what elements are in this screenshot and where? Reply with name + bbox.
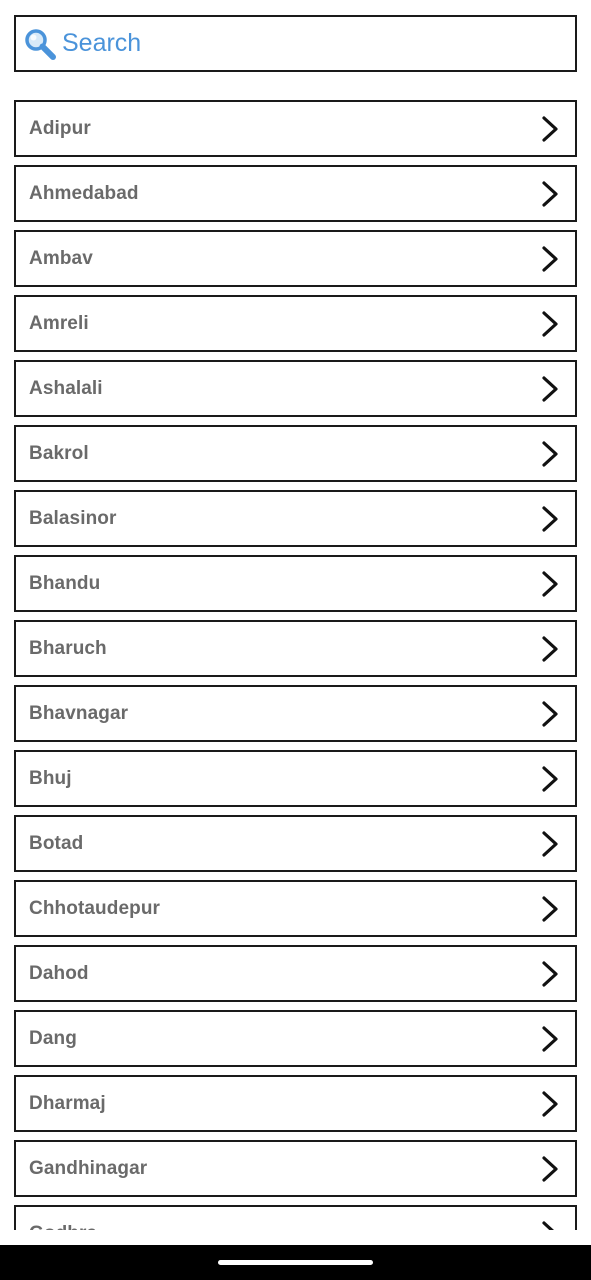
list-item[interactable]: Dharmaj [14,1075,577,1132]
chevron-right-icon [539,180,561,208]
chevron-right-icon [539,375,561,403]
city-name: Bhavnagar [29,702,129,724]
chevron-right-icon [539,830,561,858]
chevron-right-icon [539,635,561,663]
list-item[interactable]: Ashalali [14,360,577,417]
city-name: Dahod [29,962,89,984]
chevron-right-icon [539,570,561,598]
list-item[interactable]: Bakrol [14,425,577,482]
city-list[interactable]: Adipur Ahmedabad Ambav Amreli Ashalali Bakrol… [0,100,591,1230]
chevron-right-icon [539,245,561,273]
city-name: Bharuch [29,637,107,659]
chevron-right-icon [539,440,561,468]
city-name: Amreli [29,312,89,334]
chevron-right-icon [539,700,561,728]
city-name: Botad [29,832,84,854]
chevron-right-icon [539,765,561,793]
city-name: Chhotaudepur [29,897,161,919]
city-name: Balasinor [29,507,117,529]
list-item[interactable]: Balasinor [14,490,577,547]
list-item[interactable]: Ambav [14,230,577,287]
system-navigation-bar [0,1245,591,1280]
list-item[interactable]: Dang [14,1010,577,1067]
chevron-right-icon [539,1220,561,1230]
chevron-right-icon [539,960,561,988]
list-item[interactable]: Ahmedabad [14,165,577,222]
city-name: Bhandu [29,572,101,594]
chevron-right-icon [539,1090,561,1118]
home-gesture-handle[interactable] [218,1260,373,1265]
list-item[interactable]: Bhavnagar [14,685,577,742]
city-name: Ashalali [29,377,103,399]
list-item[interactable]: Botad [14,815,577,872]
list-item[interactable]: Bhuj [14,750,577,807]
list-item[interactable]: Adipur [14,100,577,157]
city-name: Bakrol [29,442,89,464]
list-item[interactable]: Bharuch [14,620,577,677]
list-item[interactable]: Chhotaudepur [14,880,577,937]
search-input[interactable] [62,23,542,64]
city-name: Godhra [29,1223,97,1231]
chevron-right-icon [539,115,561,143]
chevron-right-icon [539,505,561,533]
chevron-right-icon [539,1155,561,1183]
list-item[interactable]: Godhra [14,1205,577,1230]
city-name: Gandhinagar [29,1157,148,1179]
list-item[interactable]: Gandhinagar [14,1140,577,1197]
city-name: Ambav [29,247,93,269]
chevron-right-icon [539,1025,561,1053]
search-icon [22,26,58,62]
list-item[interactable]: Bhandu [14,555,577,612]
chevron-right-icon [539,310,561,338]
list-item[interactable]: Amreli [14,295,577,352]
list-item[interactable]: Dahod [14,945,577,1002]
city-name: Dharmaj [29,1092,106,1114]
city-name: Ahmedabad [29,182,139,204]
city-list-screen: Adipur Ahmedabad Ambav Amreli Ashalali Bakrol… [0,0,591,1280]
search-bar[interactable] [14,15,577,72]
chevron-right-icon [539,895,561,923]
city-name: Adipur [29,117,91,139]
city-name: Dang [29,1027,77,1049]
city-name: Bhuj [29,767,72,789]
